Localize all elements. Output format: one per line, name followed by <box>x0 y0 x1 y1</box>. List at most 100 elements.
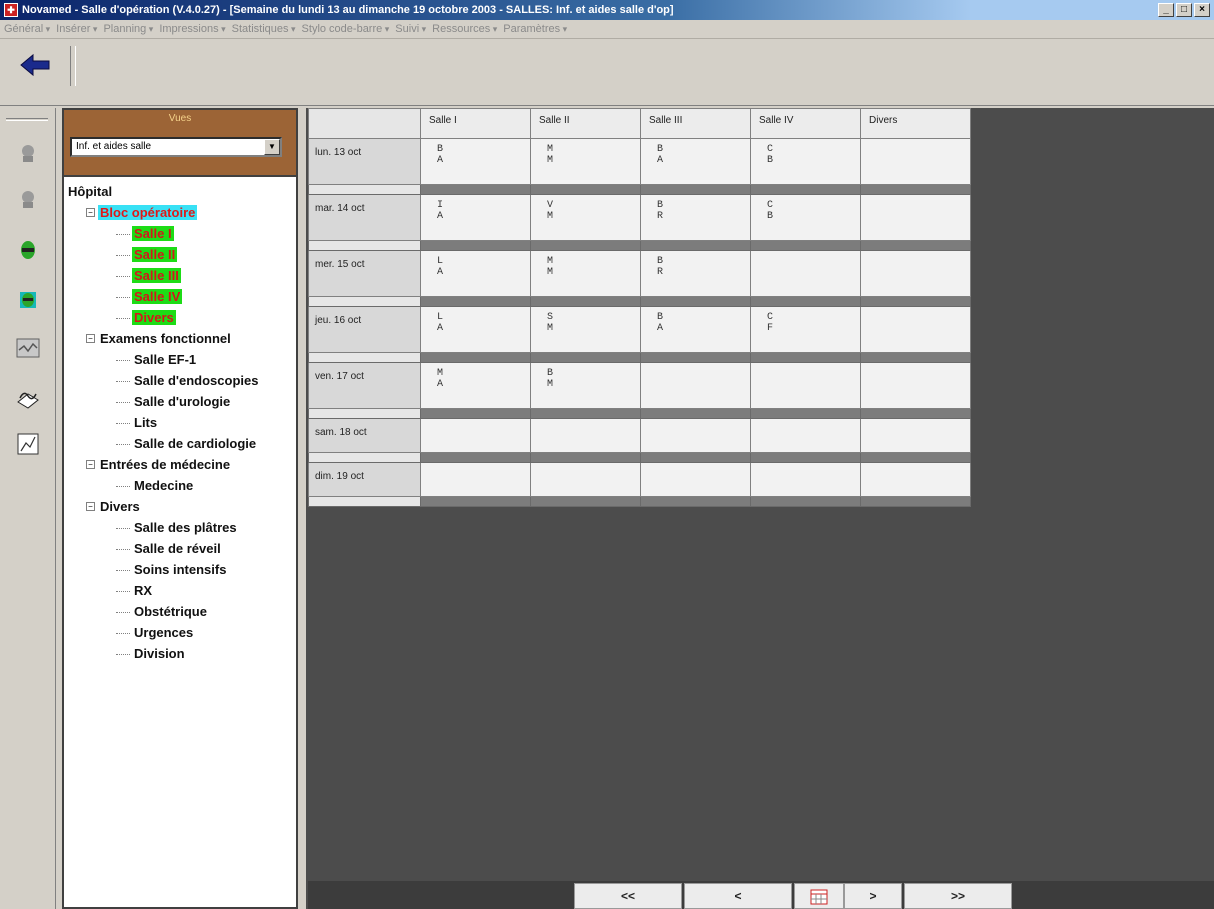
first-week-button[interactable]: << <box>574 883 682 909</box>
tree-item-rx[interactable]: RX <box>66 580 296 601</box>
schedule-cell[interactable]: MM <box>530 250 641 297</box>
collapse-icon[interactable]: − <box>86 502 95 512</box>
separator-cell <box>420 184 531 195</box>
schedule-cell[interactable]: LA <box>420 250 531 297</box>
schedule-cell[interactable]: IA <box>420 194 531 241</box>
tree-item-salle-ii[interactable]: Salle II <box>66 244 296 265</box>
schedule-cell[interactable] <box>640 462 751 497</box>
schedule-cell[interactable] <box>640 418 751 453</box>
schedule-cell[interactable]: SM <box>530 306 641 353</box>
collapse-icon[interactable]: − <box>86 460 95 470</box>
tree-item-platres[interactable]: Salle des plâtres <box>66 517 296 538</box>
schedule-cell[interactable]: VM <box>530 194 641 241</box>
menu-stylo[interactable]: Stylo code-barre <box>302 23 390 35</box>
tree-item-endoscopies[interactable]: Salle d'endoscopies <box>66 370 296 391</box>
schedule-cell[interactable] <box>420 418 531 453</box>
schedule-cell[interactable]: BA <box>420 138 531 185</box>
menu-inserer[interactable]: Insérer <box>56 23 97 35</box>
tree-item-salle-i[interactable]: Salle I <box>66 223 296 244</box>
monitor-icon[interactable] <box>14 334 42 362</box>
schedule-cell[interactable]: CF <box>750 306 861 353</box>
tree-item-salle-iii[interactable]: Salle III <box>66 265 296 286</box>
tree-item-obstetrique[interactable]: Obstétrique <box>66 601 296 622</box>
next-week-button[interactable]: > <box>844 883 902 909</box>
tree-root[interactable]: Hôpital <box>66 181 296 202</box>
tree-item-cardiologie[interactable]: Salle de cardiologie <box>66 433 296 454</box>
schedule-cell[interactable] <box>530 418 641 453</box>
patient-gray-2-icon[interactable] <box>14 186 42 214</box>
tree-item-reveil[interactable]: Salle de réveil <box>66 538 296 559</box>
schedule-cell[interactable] <box>860 138 971 185</box>
menu-general[interactable]: Général <box>4 23 50 35</box>
schedule-cell[interactable]: BA <box>640 306 751 353</box>
collapse-icon[interactable]: − <box>86 334 95 344</box>
calendar-button[interactable] <box>794 883 844 909</box>
schedule-cell[interactable] <box>420 462 531 497</box>
schedule-cell[interactable] <box>860 194 971 241</box>
schedule-cell[interactable]: MM <box>530 138 641 185</box>
menu-impressions[interactable]: Impressions <box>159 23 225 35</box>
schedule-cell[interactable]: BR <box>640 194 751 241</box>
schedule-cell[interactable] <box>640 362 751 409</box>
column-header: Divers <box>860 108 971 139</box>
tree-group-examens[interactable]: − Examens fonctionnel <box>66 328 296 349</box>
schedule-cell[interactable]: BR <box>640 250 751 297</box>
schedule-cell[interactable] <box>750 362 861 409</box>
menu-planning[interactable]: Planning <box>103 23 153 35</box>
tree-item-division[interactable]: Division <box>66 643 296 664</box>
schedule-cell[interactable] <box>860 462 971 497</box>
tree-item-label: Salle des plâtres <box>134 520 237 535</box>
tree-item-salle-ef1[interactable]: Salle EF-1 <box>66 349 296 370</box>
tree-group-bloc[interactable]: − Bloc opératoire <box>66 202 296 223</box>
cell-entry: B <box>657 312 664 323</box>
last-week-button[interactable]: >> <box>904 883 1012 909</box>
signature-icon[interactable] <box>14 384 42 412</box>
chart-icon[interactable] <box>14 430 42 458</box>
chevron-down-icon[interactable]: ▼ <box>264 139 280 155</box>
schedule-cell[interactable] <box>860 362 971 409</box>
nurse-icon[interactable] <box>14 286 42 314</box>
schedule-cell[interactable]: BA <box>640 138 751 185</box>
patient-gray-icon[interactable] <box>14 140 42 168</box>
separator-cell <box>420 408 531 419</box>
schedule-cell[interactable] <box>860 250 971 297</box>
tree-item-salle-iv[interactable]: Salle IV <box>66 286 296 307</box>
tree-item-divers[interactable]: Divers <box>66 307 296 328</box>
tree-group-divers[interactable]: − Divers <box>66 496 296 517</box>
menu-statistiques[interactable]: Statistiques <box>232 23 296 35</box>
cell-entry: M <box>547 155 554 166</box>
schedule-row: lun. 13 oct B A M M B A C B <box>308 138 971 185</box>
schedule-cell[interactable] <box>750 250 861 297</box>
separator-cell <box>640 496 751 507</box>
schedule-cell[interactable]: MA <box>420 362 531 409</box>
schedule-cell[interactable]: LA <box>420 306 531 353</box>
tree-group-entrees[interactable]: − Entrées de médecine <box>66 454 296 475</box>
tree-item-urologie[interactable]: Salle d'urologie <box>66 391 296 412</box>
minimize-button[interactable]: _ <box>1158 3 1174 17</box>
schedule-cell[interactable] <box>530 462 641 497</box>
schedule-cell[interactable]: CB <box>750 194 861 241</box>
tree-item-soins[interactable]: Soins intensifs <box>66 559 296 580</box>
tree-item-medecine[interactable]: Medecine <box>66 475 296 496</box>
schedule-cell[interactable] <box>860 306 971 353</box>
menu-suivi[interactable]: Suivi <box>395 23 426 35</box>
menu-parametres[interactable]: Paramètres <box>503 23 567 35</box>
tree-item-urgences[interactable]: Urgences <box>66 622 296 643</box>
vues-dropdown[interactable]: Inf. et aides salle ▼ <box>70 137 282 157</box>
cell-entry: A <box>437 155 444 166</box>
collapse-icon[interactable]: − <box>86 208 95 218</box>
schedule-cell[interactable]: BM <box>530 362 641 409</box>
tree-group-label: Bloc opératoire <box>98 205 198 220</box>
close-button[interactable]: × <box>1194 3 1210 17</box>
back-button[interactable] <box>12 48 60 82</box>
tree-item-lits[interactable]: Lits <box>66 412 296 433</box>
schedule-cell[interactable] <box>860 418 971 453</box>
surgeon-icon[interactable] <box>14 236 42 264</box>
menu-ressources[interactable]: Ressources <box>432 23 497 35</box>
prev-week-button[interactable]: < <box>684 883 792 909</box>
separator-cell <box>308 184 421 195</box>
maximize-button[interactable]: □ <box>1176 3 1192 17</box>
schedule-cell[interactable] <box>750 462 861 497</box>
schedule-cell[interactable] <box>750 418 861 453</box>
schedule-cell[interactable]: CB <box>750 138 861 185</box>
